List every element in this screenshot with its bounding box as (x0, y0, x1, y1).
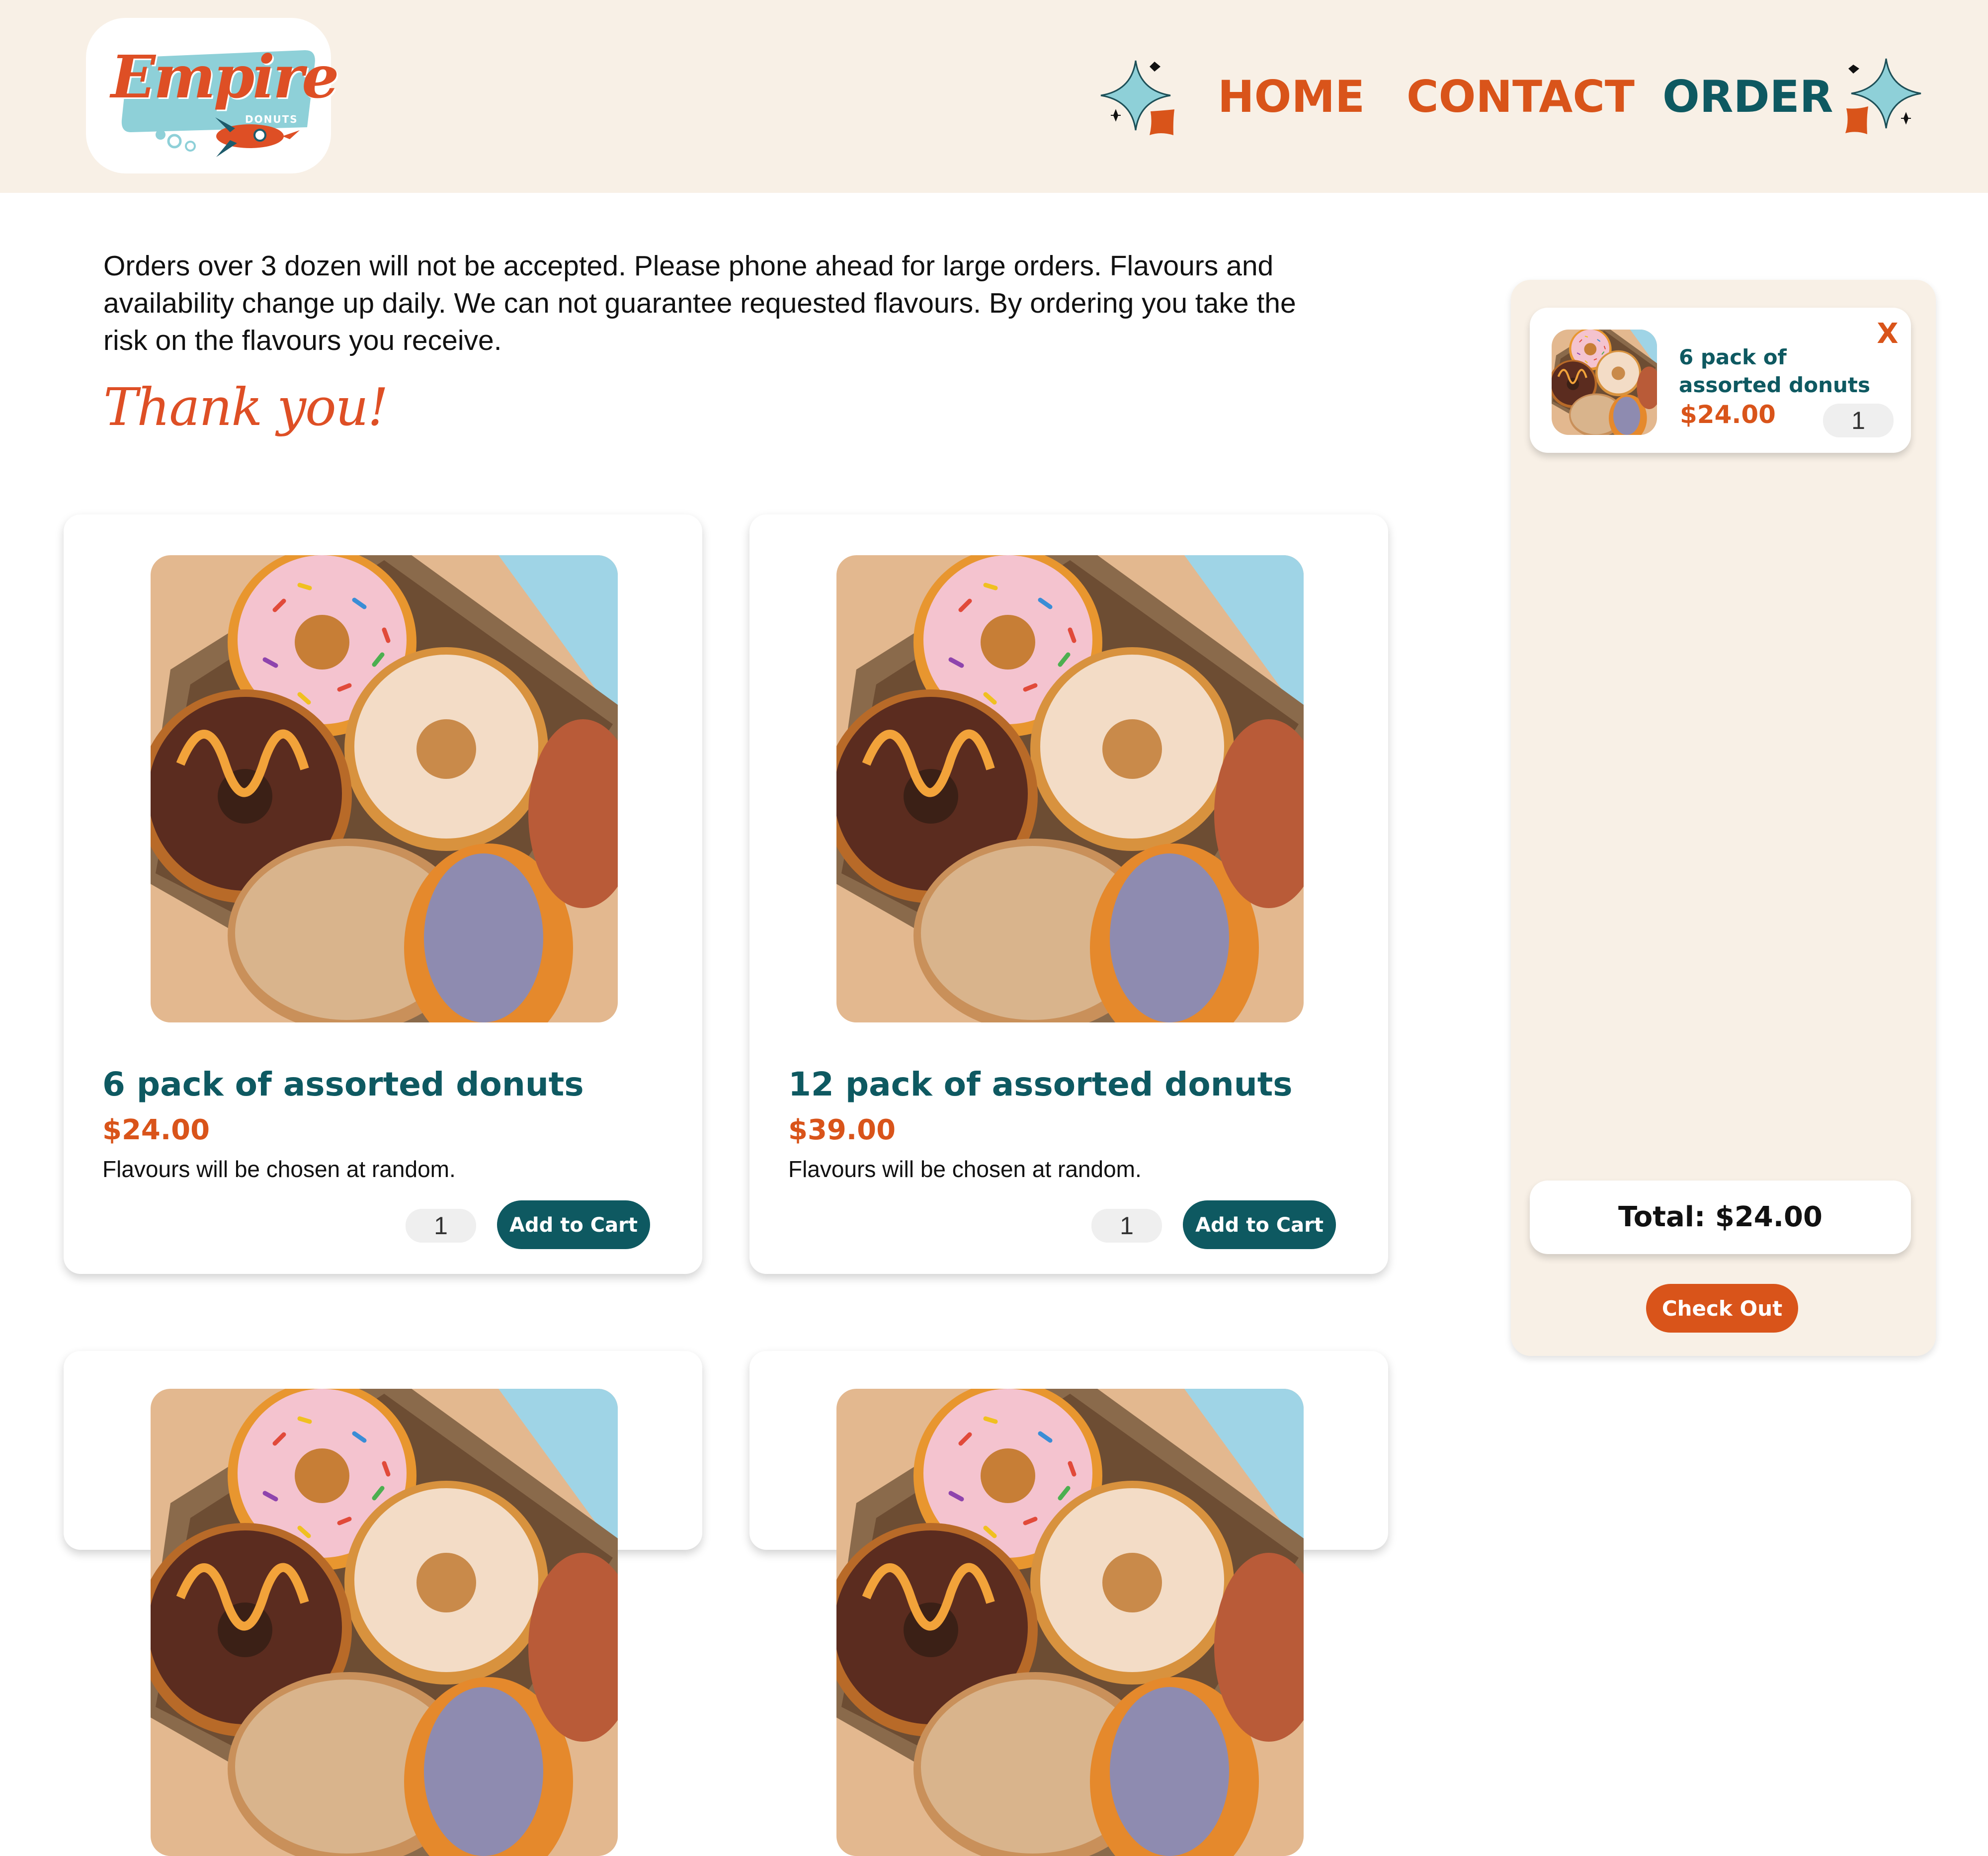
close-icon[interactable]: X (1873, 317, 1903, 351)
checkout-button[interactable]: Check Out (1646, 1284, 1798, 1333)
product-price: $39.00 (788, 1114, 896, 1146)
product-card (749, 1351, 1388, 1550)
add-to-cart-button[interactable]: Add to Cart (1183, 1200, 1336, 1249)
product-title: 6 pack of assorted donuts (102, 1065, 584, 1103)
product-description: Flavours will be chosen at random. (788, 1156, 1142, 1182)
product-card: 12 pack of assorted donuts $39.00 Flavou… (749, 514, 1388, 1274)
sparkle-icon (1100, 60, 1174, 135)
product-title: 12 pack of assorted donuts (788, 1065, 1293, 1103)
sparkle-icon (1845, 58, 1921, 134)
cart-item: 6 pack of assorted donuts $24.00 X (1530, 308, 1911, 453)
brand-logo[interactable]: Empire DONUTS (86, 18, 339, 173)
order-notice: Orders over 3 dozen will not be accepted… (103, 250, 1296, 356)
product-image (151, 1389, 618, 1856)
cart-panel: 6 pack of assorted donuts $24.00 X Total… (1511, 280, 1936, 1356)
add-to-cart-button[interactable]: Add to Cart (497, 1200, 650, 1249)
cart-item-image (1552, 330, 1657, 435)
nav-contact-link[interactable]: CONTACT (1407, 70, 1635, 124)
logo-subtitle: DONUTS (245, 113, 298, 125)
quantity-input[interactable] (406, 1209, 476, 1243)
product-image (151, 555, 618, 1022)
product-description: Flavours will be chosen at random. (102, 1156, 456, 1182)
quantity-input[interactable] (1091, 1209, 1162, 1243)
cart-total: Total: $24.00 (1530, 1181, 1911, 1254)
cart-item-price: $24.00 (1680, 400, 1776, 429)
thank-you-heading: Thank you! (103, 377, 389, 437)
product-price: $24.00 (102, 1114, 210, 1146)
nav-order-link[interactable]: ORDER (1662, 70, 1833, 124)
product-image (836, 555, 1304, 1022)
product-card: 6 pack of assorted donuts $24.00 Flavour… (64, 514, 702, 1274)
logo-wordmark: Empire (111, 42, 339, 111)
cart-item-name: 6 pack of assorted donuts (1679, 345, 1870, 397)
product-image (836, 1389, 1304, 1856)
nav-home-link[interactable]: HOME (1218, 70, 1365, 124)
cart-quantity-input[interactable] (1823, 404, 1894, 437)
site-header: Empire DONUTS HOME CONTACT ORDER (0, 0, 1988, 193)
product-card (64, 1351, 702, 1550)
